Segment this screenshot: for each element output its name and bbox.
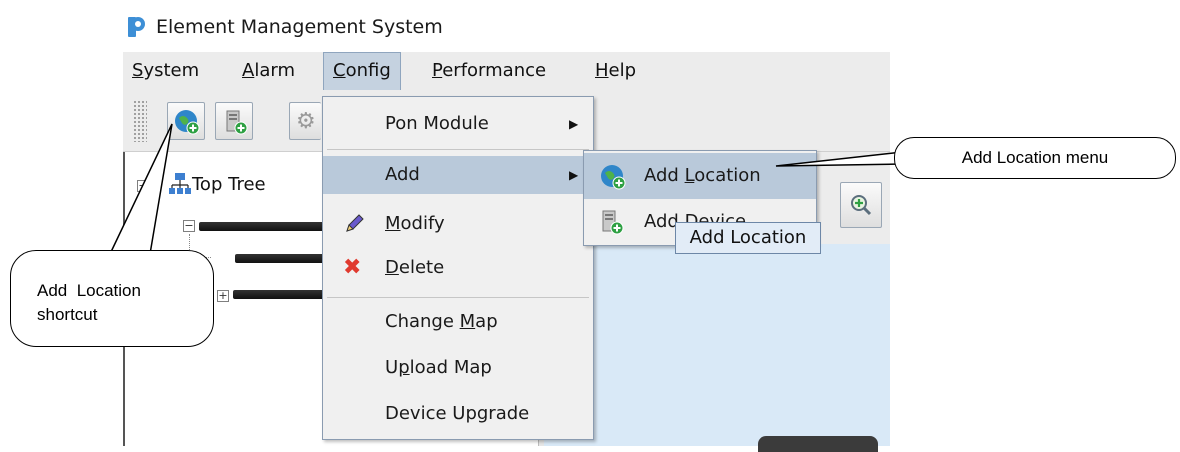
- callout-add-location-shortcut: Add Location shortcut: [10, 250, 214, 347]
- callout-pointers: [109, 123, 903, 255]
- callout-add-location-menu: Add Location menu: [894, 137, 1176, 179]
